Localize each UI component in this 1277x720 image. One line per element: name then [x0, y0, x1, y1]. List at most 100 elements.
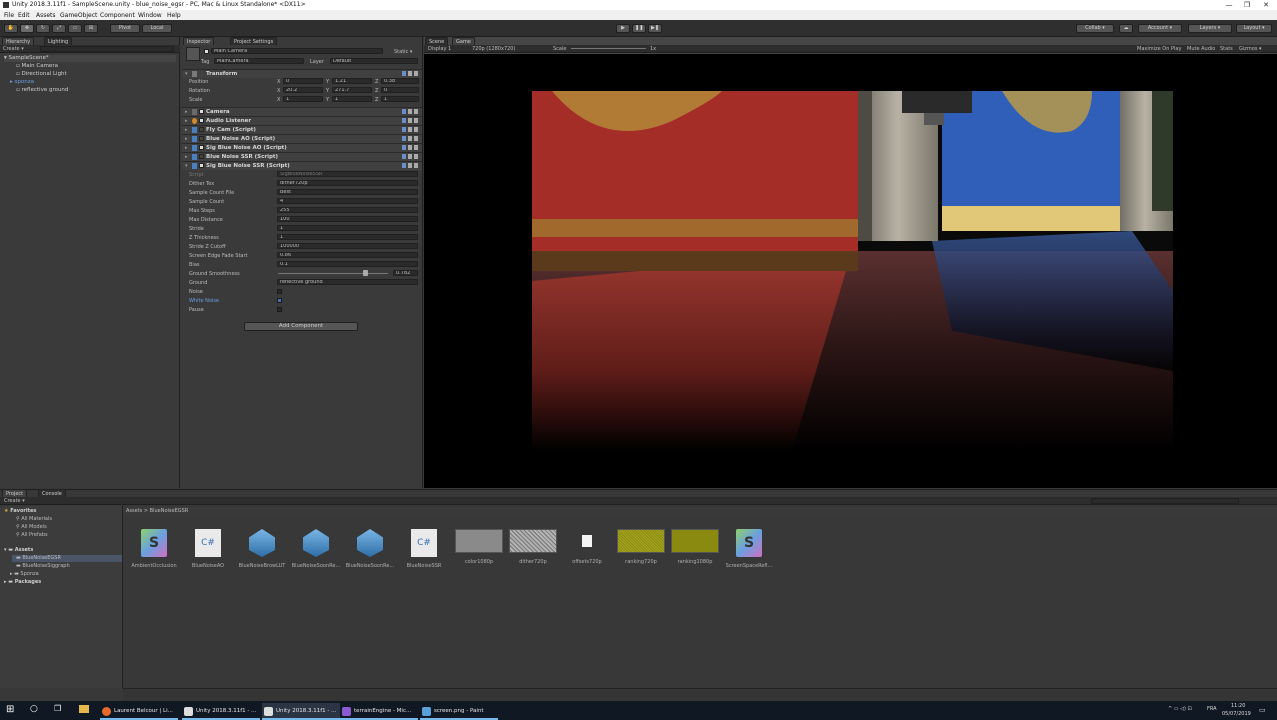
asset-item[interactable]: S ScreenSpaceRefl...	[723, 529, 775, 569]
component-enabled-checkbox[interactable]	[199, 118, 204, 123]
project-search-input[interactable]	[1091, 498, 1239, 504]
folder-item[interactable]: ▬ BlueNoiseSiggraph	[16, 563, 70, 569]
active-checkbox[interactable]	[204, 49, 209, 54]
tab-lighting[interactable]: Lighting	[44, 37, 73, 45]
menu-gameobject[interactable]: GameObject	[60, 12, 97, 19]
component-tools[interactable]	[400, 154, 420, 160]
play-icon[interactable]: ▶	[616, 24, 630, 33]
component-enabled-checkbox[interactable]	[199, 145, 204, 150]
menu-window[interactable]: Window	[138, 12, 162, 19]
close-button[interactable]: ✕	[1257, 0, 1275, 10]
max-steps-field[interactable]: 255	[277, 207, 418, 213]
taskbar-item-unity-1[interactable]: Unity 2018.3.11f1 - ...	[182, 703, 260, 720]
favorite-item[interactable]: ⚲ All Materials	[16, 516, 52, 522]
tray-icons[interactable]: ^ ▭ ◁) ⊡	[1168, 706, 1192, 712]
z-thickness-field[interactable]: 1	[277, 234, 418, 240]
transform-component-header[interactable]: ▾ Transform	[182, 69, 422, 78]
folder-item[interactable]: ▬ BlueNoiseEGSR	[16, 555, 61, 561]
asset-item[interactable]: BlueNoiseSoonRe...	[290, 529, 342, 569]
pivot-toggle[interactable]: Pivot	[110, 24, 140, 33]
file-explorer-icon[interactable]	[79, 705, 89, 713]
display-dropdown[interactable]: Display 1	[428, 46, 451, 52]
tab-game[interactable]: Game	[452, 37, 475, 45]
ground-smoothness-field[interactable]: 0.782	[393, 270, 418, 276]
blue-noise-ssr-component-header[interactable]: ▸ Blue Noise SSR (Script)	[182, 152, 422, 161]
rotation-z-field[interactable]: 0	[381, 87, 419, 93]
position-y-field[interactable]: 1.21	[332, 78, 372, 84]
component-tools[interactable]	[400, 145, 420, 151]
scale-y-field[interactable]: 1	[332, 96, 372, 102]
add-component-button[interactable]: Add Component	[244, 322, 358, 331]
component-enabled-checkbox[interactable]	[199, 109, 204, 114]
component-enabled-checkbox[interactable]	[199, 163, 204, 168]
tab-scene[interactable]: Scene	[425, 37, 449, 45]
rotation-y-field[interactable]: 271.7	[332, 87, 372, 93]
layout-dropdown[interactable]: Layout ▾	[1236, 24, 1272, 33]
mute-audio-toggle[interactable]: Mute Audio	[1187, 46, 1215, 52]
tab-console[interactable]: Console	[38, 489, 66, 497]
object-name-input[interactable]: Main Camera	[211, 48, 383, 54]
search-icon[interactable]: ○	[30, 704, 40, 714]
ground-smoothness-slider-track[interactable]	[278, 273, 388, 274]
hierarchy-create-button[interactable]: Create ▾	[3, 46, 24, 52]
component-enabled-checkbox[interactable]	[199, 136, 204, 141]
component-tools[interactable]	[400, 109, 420, 115]
favorites-heading[interactable]: ★ Favorites	[4, 508, 36, 514]
breadcrumb-path[interactable]: Assets > BlueNoiseEGSR	[126, 508, 188, 514]
scene-row[interactable]: ▾ SampleScene*	[4, 55, 176, 62]
ground-smoothness-slider-handle[interactable]	[363, 270, 368, 276]
favorite-item[interactable]: ⚲ All Models	[16, 524, 47, 530]
position-x-field[interactable]: 0	[283, 78, 323, 84]
minimize-button[interactable]: —	[1220, 0, 1238, 10]
asset-item[interactable]: S AmbientOcclusion	[128, 529, 180, 569]
tab-project-settings[interactable]: Project Settings	[230, 37, 278, 45]
hierarchy-item[interactable]: ▫ reflective ground	[16, 87, 68, 93]
packages-heading[interactable]: ▸ ▬ Packages	[4, 579, 41, 585]
asset-item[interactable]: C# BlueNoiseAO	[182, 529, 234, 569]
scale-slider-track[interactable]	[571, 48, 646, 49]
layer-dropdown[interactable]: Default	[330, 58, 418, 64]
asset-item[interactable]: ranking1080p	[669, 529, 721, 565]
sig-blue-noise-ao-component-header[interactable]: ▸ Sig Blue Noise AO (Script)	[182, 143, 422, 152]
dither-tex-field[interactable]: dither720p	[277, 180, 418, 186]
asset-item[interactable]: dither720p	[507, 529, 559, 565]
menu-assets[interactable]: Assets	[36, 12, 56, 19]
audio-listener-component-header[interactable]: ▸ Audio Listener	[182, 116, 422, 125]
noise-checkbox[interactable]	[277, 289, 282, 294]
blue-noise-ao-component-header[interactable]: ▸ Blue Noise AO (Script)	[182, 134, 422, 143]
tab-inspector[interactable]: Inspector	[183, 37, 215, 45]
taskbar-item-firefox[interactable]: Laurent Belcour | Li...	[100, 703, 178, 720]
pause-checkbox[interactable]	[277, 307, 282, 312]
account-dropdown[interactable]: Account ▾	[1138, 24, 1182, 33]
hand-tool-icon[interactable]: ✋	[4, 24, 18, 33]
static-dropdown[interactable]: Static ▾	[394, 49, 412, 55]
menu-component[interactable]: Component	[100, 12, 135, 19]
notification-icon[interactable]: ▭	[1259, 706, 1268, 715]
component-tools[interactable]	[400, 163, 420, 169]
max-distance-field[interactable]: 100	[277, 216, 418, 222]
component-tools[interactable]	[400, 118, 420, 124]
folder-item[interactable]: ▸ ▬ Sponza	[10, 571, 39, 577]
windows-start-icon[interactable]: ⊞	[6, 705, 16, 715]
hierarchy-search-input[interactable]	[40, 46, 174, 52]
rotate-tool-icon[interactable]: ↻	[36, 24, 50, 33]
pause-icon[interactable]: ❚❚	[632, 24, 646, 33]
language-indicator[interactable]: FRA	[1207, 706, 1217, 712]
fly-cam-component-header[interactable]: ▸ Fly Cam (Script)	[182, 125, 422, 134]
taskbar-item-unity-2[interactable]: Unity 2018.3.11f1 - ...	[262, 703, 340, 720]
cloud-icon[interactable]: ☁	[1119, 24, 1133, 33]
screen-edge-fade-start-field[interactable]: 0.86	[277, 252, 418, 258]
tab-project[interactable]: Project	[2, 489, 28, 497]
stats-toggle[interactable]: Stats	[1220, 46, 1233, 52]
position-z-field[interactable]: 0.38	[381, 78, 419, 84]
local-toggle[interactable]: Local	[142, 24, 172, 33]
sig-blue-noise-ssr-component-header[interactable]: ▾ Sig Blue Noise SSR (Script)	[182, 161, 422, 170]
scale-x-field[interactable]: 1	[283, 96, 323, 102]
component-enabled-checkbox[interactable]	[199, 154, 204, 159]
component-tools[interactable]	[400, 136, 420, 142]
taskbar-item-paint[interactable]: screen.png - Paint	[420, 703, 498, 720]
menu-edit[interactable]: Edit	[18, 12, 30, 19]
tag-dropdown[interactable]: MainCamera	[214, 58, 304, 64]
hierarchy-item[interactable]: ▫ Main Camera	[16, 63, 58, 69]
hierarchy-item[interactable]: ▸ sponza	[10, 79, 34, 85]
